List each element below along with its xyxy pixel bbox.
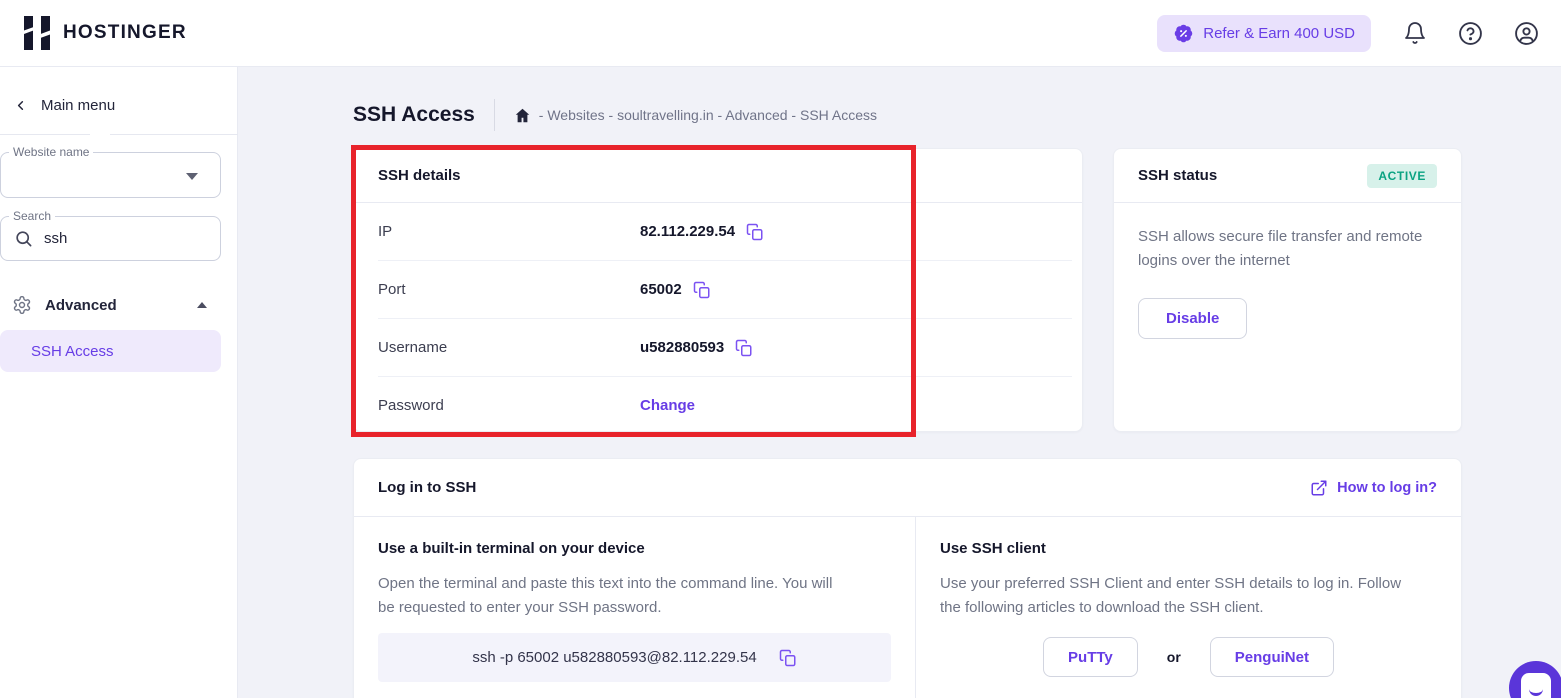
search-input[interactable]: Search ssh bbox=[0, 216, 221, 261]
change-password-link[interactable]: Change bbox=[640, 397, 695, 414]
hostinger-h-icon bbox=[22, 15, 52, 51]
terminal-description: Open the terminal and paste this text in… bbox=[378, 572, 853, 620]
title-divider bbox=[494, 99, 495, 131]
main-menu-back[interactable]: Main menu bbox=[0, 67, 237, 114]
ssh-client-column: Use SSH client Use your preferred SSH Cl… bbox=[916, 517, 1461, 698]
ip-value: 82.112.229.54 bbox=[640, 223, 735, 240]
chevron-down-icon bbox=[186, 173, 198, 180]
ssh-command: ssh -p 65002 u582880593@82.112.229.54 bbox=[472, 649, 756, 666]
refer-earn-button[interactable]: Refer & Earn 400 USD bbox=[1157, 15, 1371, 52]
copy-icon bbox=[779, 649, 797, 667]
sidebar-item-ssh-access[interactable]: SSH Access bbox=[0, 330, 221, 372]
main-menu-label: Main menu bbox=[41, 97, 115, 114]
terminal-column: Use a built-in terminal on your device O… bbox=[354, 517, 916, 698]
notification-bell-icon bbox=[1403, 21, 1427, 45]
ssh-detail-row-port: Port 65002 bbox=[354, 261, 1082, 318]
user-circle-icon bbox=[1514, 21, 1539, 46]
help-button[interactable] bbox=[1458, 21, 1483, 46]
copy-command-button[interactable] bbox=[779, 649, 797, 667]
disable-ssh-button[interactable]: Disable bbox=[1138, 298, 1247, 339]
ssh-details-header: SSH details bbox=[354, 149, 1082, 203]
copy-port-button[interactable] bbox=[693, 281, 711, 299]
ssh-client-title: Use SSH client bbox=[940, 540, 1437, 557]
top-header: HOSTINGER Refer & Earn 400 USD bbox=[0, 0, 1561, 67]
gear-icon bbox=[12, 295, 32, 315]
refer-earn-label: Refer & Earn 400 USD bbox=[1203, 25, 1355, 42]
external-link-icon bbox=[1310, 479, 1328, 497]
search-icon bbox=[14, 229, 33, 248]
client-buttons-row: PuTTy or PenguiNet bbox=[940, 637, 1437, 677]
breadcrumb: - Websites - soultravelling.in - Advance… bbox=[514, 107, 877, 124]
copy-icon bbox=[693, 281, 711, 299]
ssh-detail-row-username: Username u582880593 bbox=[354, 319, 1082, 376]
hostinger-logo[interactable]: HOSTINGER bbox=[22, 15, 187, 51]
chevron-left-icon bbox=[13, 98, 28, 113]
ssh-status-card: SSH status ACTIVE SSH allows secure file… bbox=[1113, 148, 1462, 432]
advanced-section-label: Advanced bbox=[45, 297, 197, 314]
website-select[interactable]: Website name bbox=[0, 152, 221, 198]
terminal-title: Use a built-in terminal on your device bbox=[378, 540, 891, 557]
login-to-ssh-card: Log in to SSH How to log in? Use a built… bbox=[353, 458, 1462, 698]
chat-smiley-icon bbox=[1521, 673, 1551, 698]
ssh-detail-row-ip: IP 82.112.229.54 bbox=[354, 203, 1082, 260]
website-select-label: Website name bbox=[9, 145, 93, 159]
ssh-status-body: SSH allows secure file transfer and remo… bbox=[1114, 203, 1461, 361]
breadcrumb-text: - Websites - soultravelling.in - Advance… bbox=[539, 107, 877, 123]
ssh-command-box: ssh -p 65002 u582880593@82.112.229.54 bbox=[378, 633, 891, 682]
status-badge: ACTIVE bbox=[1367, 164, 1437, 188]
how-to-log-in-link[interactable]: How to log in? bbox=[1310, 479, 1437, 497]
ssh-status-header: SSH status ACTIVE bbox=[1114, 149, 1461, 203]
sidebar-divider bbox=[110, 134, 238, 135]
copy-username-button[interactable] bbox=[735, 339, 753, 357]
username-value: u582880593 bbox=[640, 339, 724, 356]
page: HOSTINGER Refer & Earn 400 USD bbox=[0, 0, 1561, 698]
brand-name: HOSTINGER bbox=[63, 22, 187, 44]
password-label: Password bbox=[378, 397, 640, 414]
username-label: Username bbox=[378, 339, 640, 356]
penguinet-button[interactable]: PenguiNet bbox=[1210, 637, 1334, 677]
ssh-details-title: SSH details bbox=[378, 167, 461, 184]
ssh-detail-row-password: Password Change bbox=[354, 377, 1082, 434]
sidebar: Main menu Website name Search ssh Advanc… bbox=[0, 67, 238, 698]
copy-icon bbox=[735, 339, 753, 357]
account-button[interactable] bbox=[1514, 21, 1539, 46]
ssh-client-description: Use your preferred SSH Client and enter … bbox=[940, 572, 1415, 620]
copy-icon bbox=[746, 223, 764, 241]
smile-shape bbox=[1529, 688, 1543, 696]
ip-label: IP bbox=[378, 223, 640, 240]
ssh-status-title: SSH status bbox=[1138, 167, 1217, 184]
home-icon bbox=[514, 107, 531, 124]
port-label: Port bbox=[378, 281, 640, 298]
port-value: 65002 bbox=[640, 281, 682, 298]
ssh-access-item-label: SSH Access bbox=[31, 343, 114, 360]
percent-badge-icon bbox=[1173, 23, 1194, 44]
page-title: SSH Access bbox=[353, 103, 475, 127]
how-to-log-in-label: How to log in? bbox=[1337, 480, 1437, 496]
chevron-up-icon bbox=[197, 302, 207, 308]
login-title: Log in to SSH bbox=[378, 479, 476, 496]
page-title-row: SSH Access - Websites - soultravelling.i… bbox=[353, 96, 877, 134]
or-separator: or bbox=[1167, 649, 1181, 665]
putty-button[interactable]: PuTTy bbox=[1043, 637, 1138, 677]
search-input-value: ssh bbox=[44, 230, 67, 247]
sidebar-section-advanced[interactable]: Advanced bbox=[0, 287, 221, 323]
login-columns: Use a built-in terminal on your device O… bbox=[354, 517, 1461, 698]
login-header: Log in to SSH How to log in? bbox=[354, 459, 1461, 517]
ssh-status-description: SSH allows secure file transfer and remo… bbox=[1138, 225, 1423, 273]
sidebar-divider bbox=[0, 134, 90, 135]
search-input-label: Search bbox=[9, 209, 55, 223]
question-circle-icon bbox=[1458, 21, 1483, 46]
copy-ip-button[interactable] bbox=[746, 223, 764, 241]
notifications-button[interactable] bbox=[1402, 21, 1427, 46]
ssh-details-card: SSH details IP 82.112.229.54 Port 65002 bbox=[353, 148, 1083, 432]
